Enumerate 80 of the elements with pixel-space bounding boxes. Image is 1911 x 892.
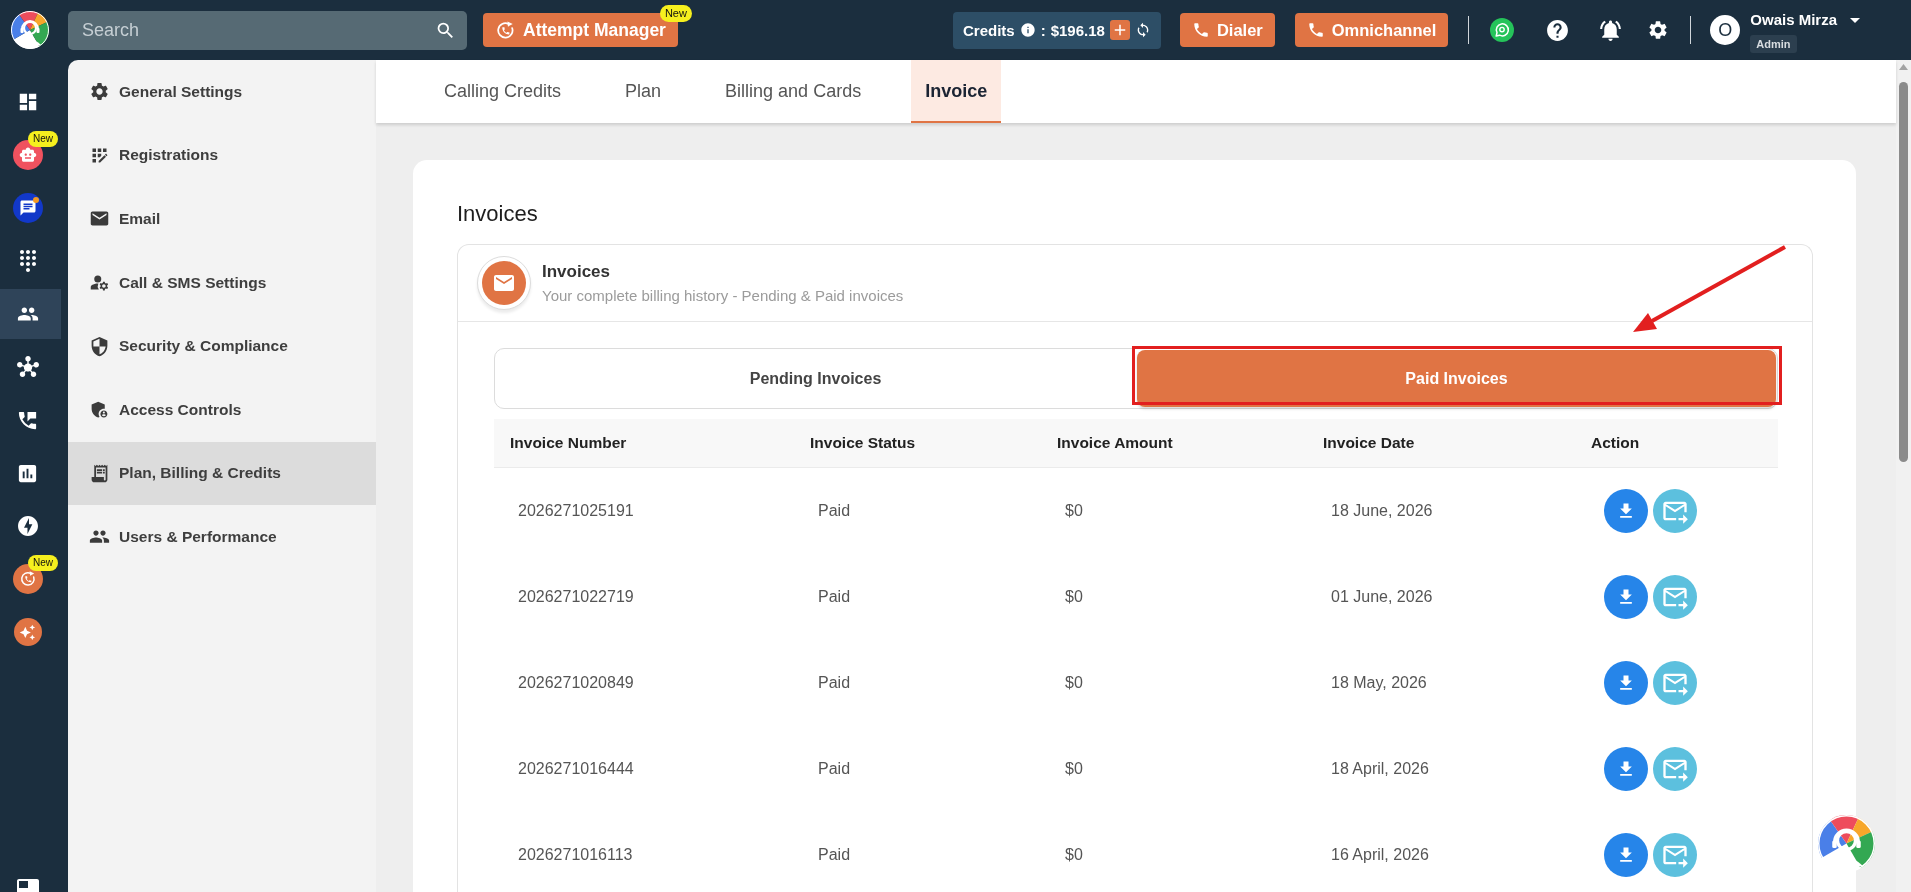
scrollbar-track[interactable] xyxy=(1896,60,1911,892)
panel-title: Invoices xyxy=(542,262,612,282)
settings-menu-item[interactable]: Users & Performance xyxy=(68,505,376,569)
column-header: Invoice Status xyxy=(809,434,917,452)
table-cell-text: Paid xyxy=(817,674,852,692)
table-cell-text: 2026271020849 xyxy=(517,674,635,692)
segment-tab[interactable]: Pending Invoices xyxy=(496,350,1135,407)
download-button[interactable] xyxy=(1604,833,1648,877)
shield-icon xyxy=(89,335,110,357)
table-cell-text: Paid xyxy=(817,588,852,606)
scrollbar-thumb[interactable] xyxy=(1899,82,1908,462)
panel-icon[interactable] xyxy=(16,878,40,892)
settings-menu-item[interactable]: Access Controls xyxy=(68,377,376,442)
table-cell-text: 2026271016113 xyxy=(517,846,634,864)
message-bubble-icon[interactable] xyxy=(1490,18,1515,42)
download-button[interactable] xyxy=(1604,489,1648,533)
table-cell-text: 16 April, 2026 xyxy=(1330,846,1430,864)
download-button[interactable] xyxy=(1604,747,1648,791)
logo-icon[interactable] xyxy=(11,11,49,49)
table-cell-text: Paid xyxy=(817,502,852,520)
tab[interactable]: Invoice xyxy=(911,60,1002,123)
settings-menu-item[interactable]: Plan, Billing & Credits xyxy=(68,441,376,506)
network-icon xyxy=(16,356,39,378)
robot-icon xyxy=(12,140,43,170)
sparkle-icon xyxy=(13,618,42,646)
table-cell-text: 01 June, 2026 xyxy=(1330,588,1434,606)
mail-icon xyxy=(477,256,531,310)
tab[interactable]: Billing and Cards xyxy=(711,60,876,123)
table-cell-text: 18 May, 2026 xyxy=(1330,674,1428,692)
table-cell-text: 2026271016444 xyxy=(517,760,635,778)
column-header: Invoice Amount xyxy=(1056,434,1174,452)
table-cell-text: 2026271022719 xyxy=(517,588,635,606)
phone-icon xyxy=(1191,21,1210,39)
download-button[interactable] xyxy=(1604,661,1648,705)
credits-label: Credits xyxy=(963,21,1015,39)
table-cell-text: $0 xyxy=(1064,588,1084,606)
table-cell-text: $0 xyxy=(1064,760,1084,778)
table-cell-text: Paid xyxy=(817,846,852,864)
table-cell-text: 2026271025191 xyxy=(517,502,635,520)
settings-menu-item[interactable]: Registrations xyxy=(68,123,376,188)
table-cell-text: Paid xyxy=(817,760,852,778)
settings-menu-item[interactable]: Call & SMS Settings xyxy=(68,250,376,315)
help-icon[interactable] xyxy=(1545,17,1571,43)
new-badge: New xyxy=(28,555,58,571)
settings-menu-item[interactable]: General Settings xyxy=(68,60,376,124)
settings-menu-item[interactable]: Email xyxy=(68,187,376,251)
tab[interactable]: Calling Credits xyxy=(430,60,576,123)
new-badge: New xyxy=(659,5,692,22)
download-button[interactable] xyxy=(1604,575,1648,619)
settings-menu-item[interactable]: Security & Compliance xyxy=(68,314,376,378)
phone-cycle-icon xyxy=(12,564,43,594)
new-badge: New xyxy=(28,131,58,147)
table-cell-text: 18 June, 2026 xyxy=(1330,502,1434,520)
column-header: Invoice Number xyxy=(509,434,628,452)
add-credits-button[interactable] xyxy=(1109,20,1130,40)
info-icon[interactable] xyxy=(1019,22,1036,38)
gear-icon xyxy=(89,81,110,103)
table-cell-text: 18 April, 2026 xyxy=(1330,760,1430,778)
user-avatar[interactable]: O xyxy=(1710,15,1741,45)
column-header: Action xyxy=(1590,434,1641,452)
table-cell-text: $0 xyxy=(1064,502,1084,520)
search-field[interactable]: Search xyxy=(68,10,467,50)
column-header: Invoice Date xyxy=(1322,434,1416,452)
table-cell-text: $0 xyxy=(1064,846,1084,864)
panel-subtitle: Your complete billing history - Pending & Paid invoices xyxy=(542,287,904,304)
receipt-icon xyxy=(89,462,110,484)
role-badge: Admin xyxy=(1750,34,1797,53)
chat-icon xyxy=(12,193,43,223)
settings-icon[interactable] xyxy=(1647,19,1670,41)
page-title: Invoices xyxy=(457,200,539,228)
table-cell-text: $0 xyxy=(1064,674,1084,692)
user-name: Owais Mirza xyxy=(1750,11,1837,28)
nav-button[interactable] xyxy=(0,289,61,339)
phone-cycle-icon xyxy=(495,19,516,41)
phone-icon xyxy=(1306,21,1325,39)
bolt-icon xyxy=(15,514,40,538)
separator-text: : xyxy=(1040,21,1046,39)
tab[interactable]: Plan xyxy=(611,60,676,123)
chat-widget-icon[interactable] xyxy=(1818,815,1875,872)
credits-amount: $196.18 xyxy=(1050,21,1105,39)
